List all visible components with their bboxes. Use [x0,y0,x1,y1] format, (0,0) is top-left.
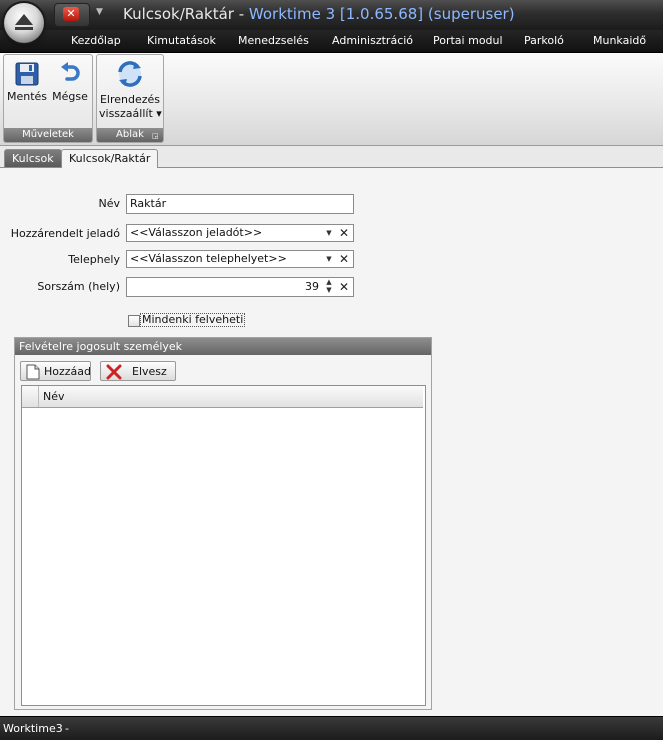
sequence-label: Sorszám (hely) [37,280,120,293]
dropdown-arrow-icon[interactable]: ▼ [323,225,335,241]
close-icon: ✕ [63,7,79,21]
menu-tab-portai-modul[interactable]: Portai modul [433,34,503,47]
site-label: Telephely [68,253,120,266]
cancel-button-label: Mégse [52,90,88,103]
dialog-launcher-icon[interactable]: ◲ [152,132,160,140]
clear-icon[interactable]: ✕ [338,225,350,241]
undo-arrow-icon [61,62,80,81]
dropdown-arrow-icon[interactable]: ▼ [323,251,335,267]
application-menu-button[interactable] [4,3,44,43]
reset-layout-label-text: visszaállít [99,107,153,120]
tab-kulcsok[interactable]: Kulcsok [4,149,62,167]
status-app-name: Worktime3 [3,722,63,735]
save-button-label: Mentés [6,90,48,103]
sequence-value: 39 [305,280,319,293]
menu-tab-kezdolap[interactable]: Kezdőlap [71,34,121,47]
menu-tab-adminisztracio[interactable]: Adminisztráció [332,34,413,47]
site-value: <<Válasszon telephelyet>> [130,252,287,265]
refresh-icon [118,61,142,87]
save-button[interactable]: Mentés [6,57,48,104]
name-label: Név [98,197,120,210]
authorized-persons-title: Felvételre jogosult személyek [15,338,431,355]
assigned-transmitter-label: Hozzárendelt jeladó [10,227,120,240]
assigned-transmitter-select[interactable]: <<Válasszon jeladót>> ▼ ✕ [126,224,354,242]
menu-tab-kimutatasok[interactable]: Kimutatások [147,34,216,47]
ribbon-group-muveletek: Mentés Mégse Műveletek [3,54,93,143]
title-bar: ✕ ▼ Kulcsok/Raktár - Worktime 3 [1.0.65.… [0,0,663,30]
tab-kulcsok-raktar[interactable]: Kulcsok/Raktár [61,149,159,168]
clear-icon[interactable]: ✕ [338,251,350,267]
persons-grid[interactable]: Név [21,385,426,706]
new-document-icon [26,364,40,380]
site-select[interactable]: <<Válasszon telephelyet>> ▼ ✕ [126,250,354,268]
clear-icon[interactable]: ✕ [338,278,350,296]
grid-row-selector-header[interactable] [22,386,39,407]
remove-button-label: Elvesz [132,365,167,378]
reset-layout-label-line1: Elrendezés [99,93,161,106]
ribbon-tab-bar: Kezdőlap Kimutatások Menedzselés Adminis… [0,30,663,53]
document-tabs: Kulcsok Kulcsok/Raktár [0,146,663,168]
everyone-checkbox[interactable] [128,315,140,327]
grid-header: Név [22,386,423,408]
remove-button[interactable]: Elvesz [100,361,176,381]
chevron-down-icon: ▾ [156,107,162,120]
status-bar: Worktime3 - [0,716,663,740]
spinner-arrows-icon[interactable]: ▲ ▼ [324,278,334,294]
assigned-transmitter-value: <<Válasszon jeladót>> [130,226,263,239]
form-panel: Név Raktár Hozzárendelt jeladó <<Válassz… [0,168,663,716]
add-button-label: Hozzáad [44,365,92,378]
quick-access-close-button[interactable]: ✕ [54,3,90,27]
quick-access-dropdown-icon[interactable]: ▼ [96,7,103,17]
everyone-checkbox-label[interactable]: Mindenki felveheti [140,313,246,327]
name-field-value: Raktár [130,197,167,210]
authorized-persons-group: Felvételre jogosult személyek Hozzáad El… [14,337,432,710]
menu-tab-parkolo[interactable]: Parkoló [524,34,564,47]
ribbon-group-ablak: Elrendezés visszaállít ▾ Ablak ◲ [96,54,164,143]
add-button[interactable]: Hozzáad [20,361,91,381]
window-title-document: Kulcsok/Raktár [123,5,234,23]
reset-layout-label-line2: visszaállít ▾ [99,107,162,121]
ribbon-group-label: Műveletek [4,128,92,142]
eject-icon [15,14,33,25]
reset-layout-button[interactable]: Elrendezés visszaállít ▾ [99,57,162,121]
floppy-disk-icon [15,62,39,86]
sequence-spinner[interactable]: 39 ▲ ▼ ✕ [126,277,354,297]
status-separator: - [65,722,69,735]
menu-tab-menedzseles[interactable]: Menedzselés [238,34,309,47]
menu-tab-munkaido[interactable]: Munkaidő [593,34,646,47]
name-field[interactable]: Raktár [126,194,354,214]
cancel-button[interactable]: Mégse [50,57,90,104]
window-title-separator: - [233,5,249,23]
window-title: Kulcsok/Raktár - Worktime 3 [1.0.65.68] … [123,5,515,23]
red-x-icon [106,364,122,380]
eject-icon-bar [15,27,33,30]
window-title-app: Worktime 3 [1.0.65.68] (superuser) [248,5,515,23]
ribbon: Mentés Mégse Műveletek Elrendezés vissza… [0,53,663,146]
column-header-name[interactable]: Név [43,390,65,403]
